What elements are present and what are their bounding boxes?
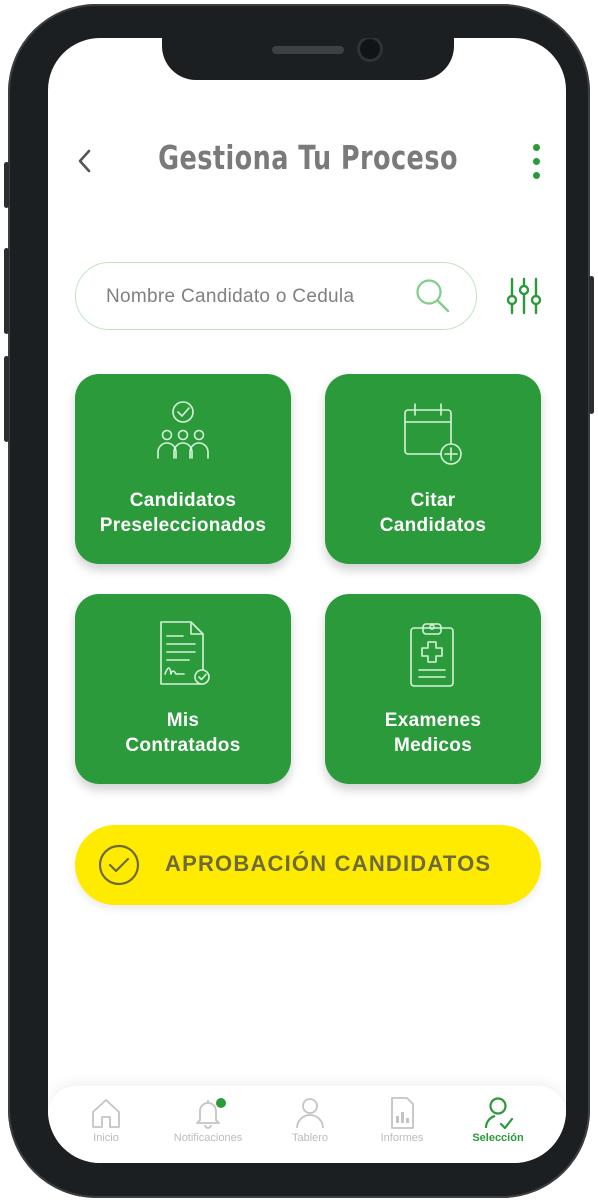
aprobacion-candidatos-button[interactable]: APROBACIÓN CANDIDATOS xyxy=(75,825,541,905)
card-examenes-medicos[interactable]: Examenes Medicos xyxy=(325,594,541,784)
contract-signed-icon xyxy=(160,621,210,685)
volume-down-button xyxy=(4,356,9,442)
search-input[interactable] xyxy=(104,281,408,313)
tab-tablero[interactable]: Tablero xyxy=(262,1096,358,1160)
approve-button-label: APROBACIÓN CANDIDATOS xyxy=(165,851,492,876)
notification-badge xyxy=(216,1098,226,1108)
user-check-icon xyxy=(484,1097,514,1130)
medical-clipboard-icon xyxy=(410,623,454,687)
chevron-left-icon[interactable] xyxy=(70,146,100,176)
tab-informes[interactable]: Informes xyxy=(354,1096,450,1160)
card-label: Examenes Medicos xyxy=(384,710,482,756)
people-check-icon xyxy=(157,401,209,459)
card-candidatos-preseleccionados[interactable]: Candidatos Preseleccionados xyxy=(75,374,291,564)
user-icon xyxy=(296,1098,324,1129)
search-icon[interactable] xyxy=(414,277,452,315)
card-label: Candidatos Preseleccionados xyxy=(99,490,267,536)
card-label: Mis Contratados xyxy=(125,710,241,756)
bottom-tab-bar: Inicio Notificaciones Tablero Informes S… xyxy=(48,1086,566,1163)
calendar-add-icon xyxy=(404,403,462,465)
phone-frame: Gestiona Tu Proceso Nombre Candidato o C… xyxy=(4,4,594,1198)
app-screen: Gestiona Tu Proceso Nombre Candidato o C… xyxy=(48,38,566,1163)
home-icon xyxy=(92,1099,120,1128)
filter-sliders-icon[interactable] xyxy=(504,276,544,316)
tab-seleccion[interactable]: Selección xyxy=(450,1096,546,1160)
page-title: Gestiona Tu Proceso xyxy=(158,138,458,177)
tab-inicio[interactable]: Inicio xyxy=(58,1096,154,1160)
report-icon xyxy=(391,1097,414,1129)
card-mis-contratados[interactable]: Mis Contratados xyxy=(75,594,291,784)
check-circle-icon xyxy=(98,844,140,886)
volume-up-button xyxy=(4,248,9,334)
notch xyxy=(162,38,454,80)
kebab-menu-icon[interactable] xyxy=(524,142,548,182)
power-button xyxy=(589,276,594,414)
front-camera xyxy=(360,39,380,59)
card-label: Citar Candidatos xyxy=(379,490,487,536)
speaker xyxy=(272,46,344,54)
card-citar-candidatos[interactable]: Citar Candidatos xyxy=(325,374,541,564)
search-bar xyxy=(75,262,477,330)
tab-notificaciones[interactable]: Notificaciones xyxy=(160,1096,256,1160)
mute-switch xyxy=(4,162,9,208)
